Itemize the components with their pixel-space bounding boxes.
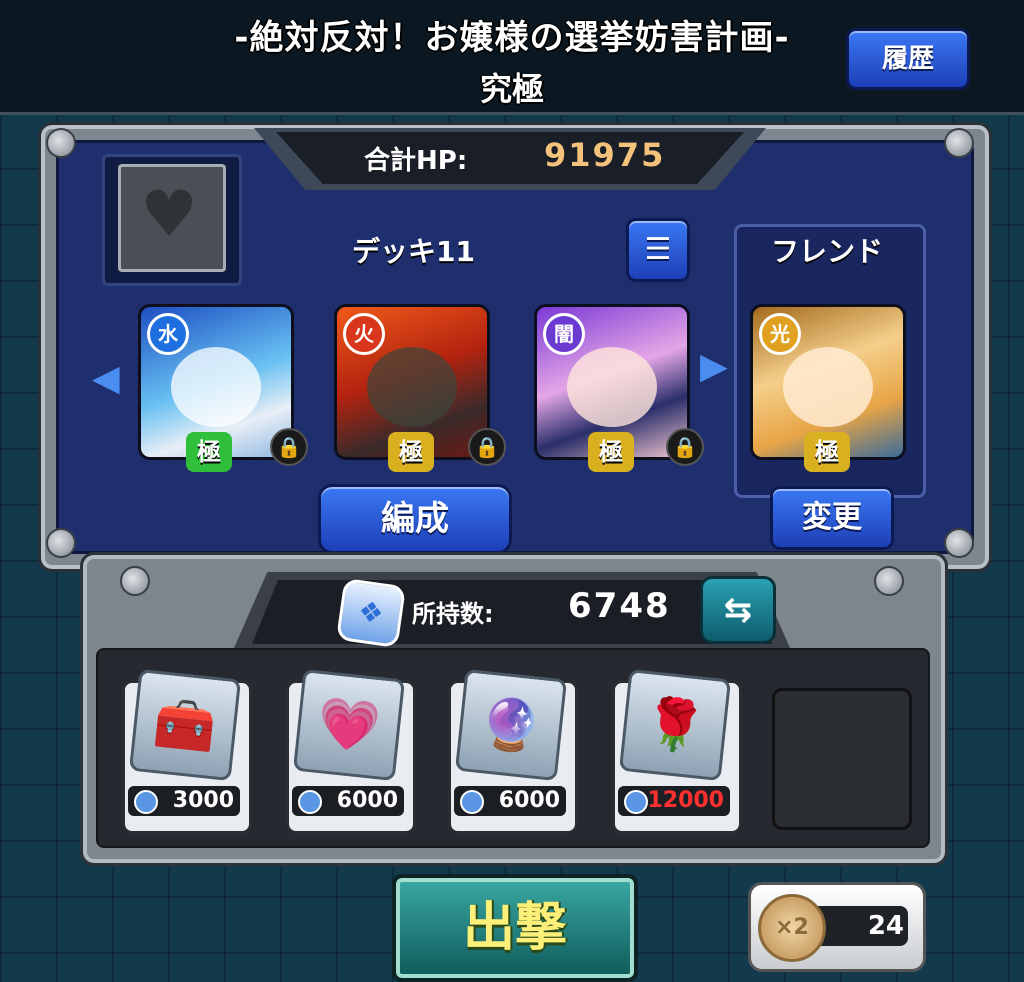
swap-icon[interactable]: ⇆ bbox=[700, 576, 776, 644]
total-hp-label: 合計HP: bbox=[364, 146, 468, 176]
lock-icon: 🔒 bbox=[666, 428, 704, 466]
light-element-icon: 光 bbox=[759, 313, 801, 355]
owned-label: 所持数: bbox=[412, 600, 494, 628]
item-price-value: 3000 bbox=[172, 788, 234, 813]
empty-item-slot bbox=[772, 688, 912, 830]
rank-badge: 極 bbox=[186, 432, 232, 472]
item-price-value: 6000 bbox=[498, 788, 560, 813]
screw-icon bbox=[46, 528, 76, 558]
screw-icon bbox=[944, 528, 974, 558]
history-button[interactable]: 履歴 bbox=[846, 28, 970, 90]
heart-icon: ♥ bbox=[140, 178, 198, 252]
energy-orb-icon: 🔮 bbox=[454, 668, 568, 782]
orb-currency-icon: ❖ bbox=[335, 577, 407, 649]
owned-count-bar-inner bbox=[252, 580, 772, 644]
formation-button[interactable]: 編成 bbox=[318, 484, 512, 554]
treasure-chest-icon: 🧰 bbox=[128, 668, 242, 782]
stamina-multiplier-icon: ×2 bbox=[758, 894, 826, 962]
fire-element-icon: 火 bbox=[343, 313, 385, 355]
orb-currency-icon bbox=[298, 790, 322, 814]
orb-currency-icon bbox=[134, 790, 158, 814]
orb-currency-icon bbox=[624, 790, 648, 814]
character-portrait bbox=[567, 347, 657, 427]
lock-icon: 🔒 bbox=[270, 428, 308, 466]
prev-deck-arrow-icon[interactable]: ◀ bbox=[92, 358, 120, 399]
orb-currency-icon bbox=[460, 790, 484, 814]
change-friend-button[interactable]: 変更 bbox=[770, 486, 894, 550]
character-portrait bbox=[783, 347, 873, 427]
dark-element-icon: 闇 bbox=[543, 313, 585, 355]
item-price: 3000 bbox=[128, 786, 240, 816]
screw-icon bbox=[46, 128, 76, 158]
item-price: 12000 bbox=[618, 786, 730, 816]
rank-badge: 極 bbox=[588, 432, 634, 472]
rose-heart-icon: 🌹 bbox=[618, 668, 732, 782]
rank-badge: 極 bbox=[388, 432, 434, 472]
item-price: 6000 bbox=[454, 786, 566, 816]
owned-count: 6748 bbox=[568, 586, 671, 626]
item-price: 6000 bbox=[292, 786, 404, 816]
rank-badge: 極 bbox=[804, 432, 850, 472]
screw-icon bbox=[874, 566, 904, 596]
deck-list-button[interactable]: ☰ bbox=[626, 218, 690, 282]
sortie-button[interactable]: 出撃 bbox=[392, 874, 638, 982]
water-element-icon: 水 bbox=[147, 313, 189, 355]
heart-plus-icon: 💗 bbox=[292, 668, 406, 782]
total-hp-bar-inner bbox=[276, 132, 744, 184]
list-icon: ☰ bbox=[644, 232, 672, 267]
lock-icon: 🔒 bbox=[468, 428, 506, 466]
total-hp-value: 91975 bbox=[544, 136, 666, 174]
screw-icon bbox=[120, 566, 150, 596]
character-portrait bbox=[171, 347, 261, 427]
screw-icon bbox=[944, 128, 974, 158]
character-portrait bbox=[367, 347, 457, 427]
friend-label: フレンド bbox=[770, 235, 883, 268]
item-price-value: 12000 bbox=[647, 788, 724, 813]
deck-name: デッキ11 bbox=[352, 235, 475, 268]
next-deck-arrow-icon[interactable]: ▶ bbox=[700, 346, 728, 387]
item-price-value: 6000 bbox=[336, 788, 398, 813]
